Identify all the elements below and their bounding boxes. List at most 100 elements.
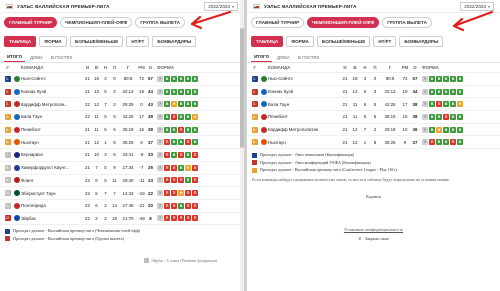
tab-championship-playoff[interactable]: ЧЕМПИОНШИП-ПЛЕЙ-ОФФ bbox=[307, 17, 380, 28]
form-l-badge[interactable]: П bbox=[450, 139, 456, 146]
form-w-badge[interactable]: В bbox=[429, 75, 435, 82]
form-d-badge[interactable]: Н bbox=[178, 190, 184, 197]
subtab-home[interactable]: ДОМА bbox=[274, 53, 293, 62]
form-w-badge[interactable]: В bbox=[178, 75, 184, 82]
table-row[interactable]: 8. Хаверфордуэст Каунт... 21 7 5 9 27:34 -7 26? П… bbox=[0, 162, 244, 175]
form-l-badge[interactable]: П bbox=[185, 139, 191, 146]
form-w-badge[interactable]: В bbox=[164, 101, 170, 108]
form-l-badge[interactable]: П bbox=[192, 151, 198, 158]
team-name[interactable]: Эберистуит Таун bbox=[21, 191, 83, 196]
form-w-badge[interactable]: В bbox=[457, 126, 463, 133]
form-q-badge[interactable]: ? bbox=[157, 126, 163, 133]
team-name[interactable]: Нью-Сейнтс bbox=[268, 76, 340, 81]
form-w-badge[interactable]: В bbox=[436, 113, 442, 120]
form-w-badge[interactable]: В bbox=[178, 88, 184, 95]
form-l-badge[interactable]: П bbox=[185, 202, 191, 209]
form-l-badge[interactable]: П bbox=[171, 177, 177, 184]
form-l-badge[interactable]: П bbox=[171, 164, 177, 171]
subtab-total[interactable]: ИТОГО bbox=[4, 52, 25, 62]
team-name[interactable]: Хаверфордуэст Каунт... bbox=[21, 165, 83, 170]
form-w-badge[interactable]: В bbox=[171, 75, 177, 82]
form-q-badge[interactable]: ? bbox=[157, 151, 163, 158]
form-w-badge[interactable]: В bbox=[457, 139, 463, 146]
form-l-badge[interactable]: П bbox=[178, 151, 184, 158]
form-d-badge[interactable]: Н bbox=[171, 101, 177, 108]
form-w-badge[interactable]: В bbox=[450, 75, 456, 82]
form-w-badge[interactable]: В bbox=[171, 151, 177, 158]
form-w-badge[interactable]: В bbox=[171, 88, 177, 95]
form-l-badge[interactable]: П bbox=[429, 139, 435, 146]
form-w-badge[interactable]: В bbox=[164, 88, 170, 95]
form-l-badge[interactable]: П bbox=[192, 177, 198, 184]
form-w-badge[interactable]: В bbox=[185, 126, 191, 133]
form-w-badge[interactable]: В bbox=[185, 101, 191, 108]
tab-form[interactable]: ФОРМА bbox=[39, 36, 67, 47]
form-q-badge[interactable]: ? bbox=[157, 75, 163, 82]
table-row[interactable]: 4. Пенибонт 21 11 5 5 35:19 16 38? В В П В В bbox=[247, 111, 500, 124]
form-w-badge[interactable]: В bbox=[457, 113, 463, 120]
table-row[interactable]: 1. Нью-Сейнтс 21 18 3 0 80:8 72 57? В В В В В bbox=[247, 73, 500, 86]
team-name[interactable]: Коннах Куэй bbox=[268, 89, 340, 94]
form-w-badge[interactable]: В bbox=[443, 75, 449, 82]
form-q-badge[interactable]: ? bbox=[157, 190, 163, 197]
form-w-badge[interactable]: В bbox=[450, 88, 456, 95]
form-w-badge[interactable]: В bbox=[178, 113, 184, 120]
table-row[interactable]: 6. Ньютаун 21 12 1 8 35:26 9 37? П В В П В bbox=[247, 136, 500, 150]
privacy-settings-link[interactable]: Установить конфиденциальность bbox=[247, 227, 500, 232]
form-l-badge[interactable]: П bbox=[192, 164, 198, 171]
form-q-badge[interactable]: ? bbox=[422, 126, 428, 133]
form-w-badge[interactable]: В bbox=[192, 88, 198, 95]
form-w-badge[interactable]: В bbox=[178, 139, 184, 146]
form-w-badge[interactable]: В bbox=[450, 113, 456, 120]
form-w-badge[interactable]: В bbox=[450, 126, 456, 133]
close-window-button[interactable]: ✕ Закрыть окно bbox=[247, 236, 500, 241]
form-q-badge[interactable]: ? bbox=[157, 88, 163, 95]
form-l-badge[interactable]: П bbox=[192, 215, 198, 222]
form-l-badge[interactable]: П bbox=[164, 177, 170, 184]
table-row[interactable]: 5. Пенибонт 21 11 5 5 35:19 16 38? В В П В В bbox=[0, 124, 244, 137]
form-d-badge[interactable]: Н bbox=[436, 126, 442, 133]
form-q-badge[interactable]: ? bbox=[422, 101, 428, 108]
tab-relegation-group[interactable]: ГРУППА ВЫЛЕТА bbox=[382, 17, 432, 28]
form-l-badge[interactable]: П bbox=[178, 215, 184, 222]
form-w-badge[interactable]: В bbox=[185, 151, 191, 158]
subtab-home[interactable]: ДОМА bbox=[27, 53, 46, 62]
form-l-badge[interactable]: П bbox=[178, 177, 184, 184]
form-l-badge[interactable]: П bbox=[171, 202, 177, 209]
form-w-badge[interactable]: В bbox=[429, 88, 435, 95]
form-w-badge[interactable]: В bbox=[164, 113, 170, 120]
form-l-badge[interactable]: П bbox=[185, 215, 191, 222]
tab-over-under[interactable]: БОЛЬШЕ/МЕНЬШЕ bbox=[69, 36, 124, 47]
form-q-badge[interactable]: ? bbox=[157, 164, 163, 171]
form-q-badge[interactable]: ? bbox=[157, 101, 163, 108]
form-l-badge[interactable]: П bbox=[164, 215, 170, 222]
form-w-badge[interactable]: В bbox=[457, 75, 463, 82]
form-w-badge[interactable]: В bbox=[436, 139, 442, 146]
form-l-badge[interactable]: П bbox=[192, 202, 198, 209]
table-row[interactable]: 4. Бала Таун 22 11 5 6 42:25 17 38? В П В В Н bbox=[0, 111, 244, 124]
form-w-badge[interactable]: В bbox=[443, 126, 449, 133]
tab-table[interactable]: ТАБЛИЦА bbox=[251, 36, 284, 47]
tab-form[interactable]: ФОРМА bbox=[286, 36, 314, 47]
table-row[interactable]: 1. Нью-Сейнтс 21 18 3 0 80:8 72 57? В В В В В bbox=[0, 73, 244, 86]
form-d-badge[interactable]: Н bbox=[457, 101, 463, 108]
form-w-badge[interactable]: В bbox=[443, 101, 449, 108]
tab-over-under[interactable]: БОЛЬШЕ/МЕНЬШЕ bbox=[316, 36, 371, 47]
table-row[interactable]: 9. Флинт 22 6 5 11 29:40 -11 23? П П П В П bbox=[0, 175, 244, 188]
tab-top-scorers[interactable]: БОМБАРДИРЫ bbox=[152, 36, 197, 47]
team-name[interactable]: Пенибонт bbox=[268, 114, 340, 119]
form-w-badge[interactable]: В bbox=[185, 113, 191, 120]
team-name[interactable]: Бала Таун bbox=[268, 102, 340, 107]
form-w-badge[interactable]: В bbox=[429, 126, 435, 133]
form-q-badge[interactable]: ? bbox=[157, 215, 163, 222]
team-name[interactable]: Ньютаун bbox=[21, 140, 83, 145]
form-w-badge[interactable]: В bbox=[185, 88, 191, 95]
team-name[interactable]: Кардифф Метрополитан bbox=[268, 127, 340, 132]
table-row[interactable]: 3. Бала Таун 21 11 5 5 42:25 17 38? В П В В Н bbox=[247, 98, 500, 112]
form-q-badge[interactable]: ? bbox=[157, 202, 163, 209]
form-l-badge[interactable]: П bbox=[164, 190, 170, 197]
form-l-badge[interactable]: П bbox=[443, 113, 449, 120]
form-l-badge[interactable]: П bbox=[164, 139, 170, 146]
subtab-total[interactable]: ИТОГО bbox=[251, 52, 272, 62]
form-l-badge[interactable]: П bbox=[164, 202, 170, 209]
